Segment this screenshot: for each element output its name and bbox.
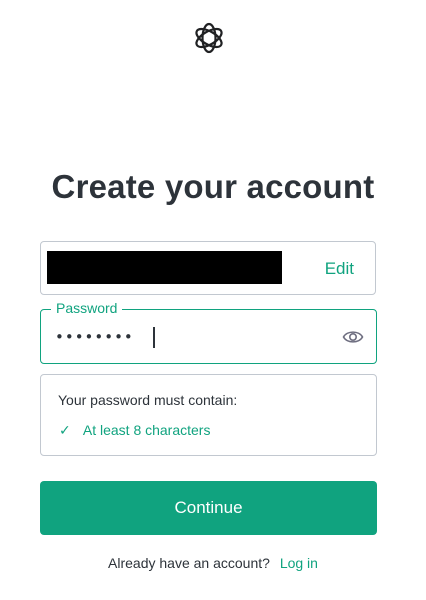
login-link[interactable]: Log in: [280, 555, 318, 571]
password-requirements: Your password must contain: ✓ At least 8…: [40, 374, 377, 456]
password-input[interactable]: [55, 325, 315, 349]
edit-email-link[interactable]: Edit: [325, 259, 354, 279]
requirements-title: Your password must contain:: [58, 392, 238, 408]
requirement-item: ✓ At least 8 characters: [59, 422, 210, 439]
eye-icon[interactable]: [342, 328, 364, 346]
password-field[interactable]: Password: [40, 300, 377, 364]
check-icon: ✓: [59, 422, 71, 438]
openai-logo-icon: [195, 22, 223, 54]
login-prompt: Already have an account? Log in: [0, 555, 426, 571]
text-cursor: [153, 327, 155, 348]
continue-button[interactable]: Continue: [40, 481, 377, 535]
login-prompt-text: Already have an account?: [108, 555, 270, 571]
requirement-text: At least 8 characters: [82, 422, 211, 438]
password-label: Password: [51, 300, 123, 316]
email-field: Edit: [40, 241, 376, 295]
redacted-email: [47, 251, 282, 284]
page-title: Create your account: [51, 168, 375, 205]
